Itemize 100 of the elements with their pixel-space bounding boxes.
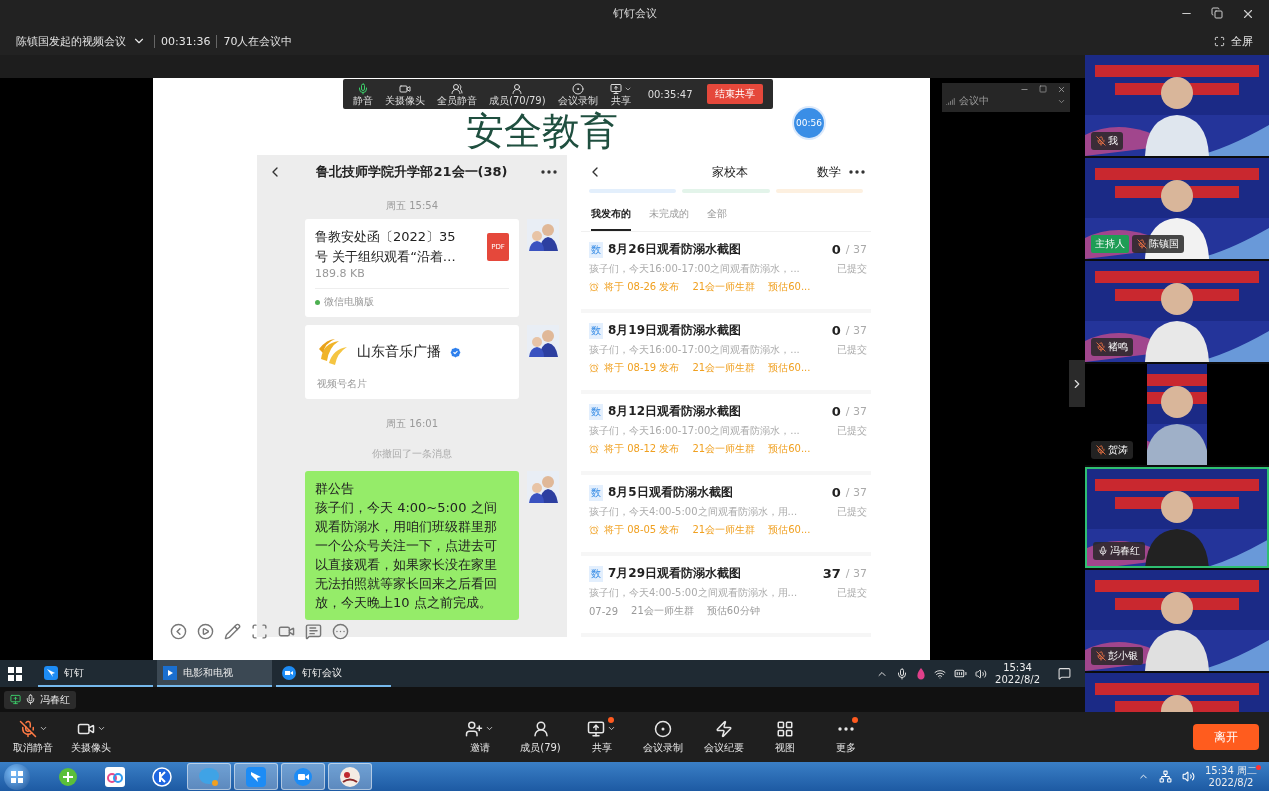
play-icon[interactable] — [197, 623, 214, 640]
video-tile[interactable]: 褚鸣 — [1085, 261, 1269, 362]
subject-label[interactable]: 数学 — [817, 163, 841, 181]
more-icon[interactable] — [541, 170, 557, 174]
toolbar-button[interactable]: 取消静音 — [4, 718, 62, 756]
total-count: / 37 — [845, 324, 867, 337]
restore-icon[interactable] — [1211, 6, 1223, 19]
battery-icon[interactable] — [954, 667, 968, 680]
camera-icon — [399, 82, 411, 95]
group-name: 21会一师生群 — [692, 442, 756, 456]
toolbar-button[interactable]: 静音 — [351, 82, 375, 106]
pen-icon[interactable] — [224, 623, 241, 640]
video-tile[interactable]: 我 — [1085, 55, 1269, 156]
video-tile[interactable]: 彭小银 — [1085, 570, 1269, 671]
toolbar-button[interactable]: 成员(79) — [510, 718, 571, 756]
windows-logo-icon[interactable] — [8, 666, 22, 681]
screen-share-icon — [587, 719, 605, 738]
toolbar-button[interactable]: 更多 — [815, 718, 876, 756]
mic-icon — [25, 694, 36, 705]
homework-description: 孩子们，今天16:00-17:00之间观看防溺水，... — [589, 262, 801, 276]
clock[interactable]: 15:34 周二 2022/8/2 — [1205, 764, 1257, 789]
name-tag: 冯春红 — [1093, 542, 1145, 560]
mic-icon[interactable] — [896, 667, 909, 680]
timestamp: 周五 16:01 — [386, 417, 438, 431]
message-icon[interactable] — [305, 623, 322, 640]
notification-icon[interactable] — [1058, 667, 1071, 680]
toolbar-button[interactable]: 邀请 — [449, 718, 510, 756]
taskbar-app[interactable] — [281, 763, 325, 790]
chat-title: 鲁北技师学院升学部21会一(38) — [315, 163, 509, 181]
toolbar-button[interactable]: 会议录制 — [632, 718, 693, 756]
publish-time: 07-29 — [589, 605, 619, 617]
taskbar-app[interactable]: 电影和电视 — [157, 660, 272, 687]
toolbar-button[interactable]: 关摄像头 — [62, 718, 120, 756]
host-badge: 主持人 — [1091, 235, 1129, 253]
profile-card[interactable]: 山东音乐广播 视频号名片 — [305, 325, 519, 399]
lightning-icon — [714, 719, 733, 738]
homework-item[interactable]: 数 8月26日观看防溺水截图 0 / 37 孩子们，今天16:00-17:00之间观看防溺水，... 已提交 将于 08-26 发布 21会一师生群 预估60... — [581, 232, 871, 313]
meeting-duration: 00:31:36 — [160, 34, 212, 48]
taskbar-app[interactable] — [234, 763, 278, 790]
homework-title: 8月5日观看防溺水截图 — [608, 484, 734, 501]
group-name: 21会一师生群 — [692, 280, 756, 294]
status-label: 已提交 — [837, 262, 867, 276]
publish-time: 将于 08-19 发布 — [604, 361, 680, 375]
file-name: 鲁教安处函〔2022〕35号 关于组织观看“沿着… — [315, 228, 457, 266]
submitted-count: 0 — [831, 404, 841, 419]
speaker-name: 冯春红 — [40, 692, 70, 707]
network-icon[interactable] — [1159, 770, 1172, 783]
group-name: 21会一师生群 — [692, 361, 756, 375]
toolbar-button[interactable]: 会议纪要 — [693, 718, 754, 756]
screenshot-icon[interactable] — [251, 623, 268, 640]
status-label: 已提交 — [837, 343, 867, 357]
submitted-count: 0 — [831, 485, 841, 500]
subject-badge: 数 — [589, 241, 603, 258]
k-circle-icon — [152, 766, 172, 787]
stop-sharing-button[interactable]: 结束共享 — [706, 84, 763, 104]
toolbar-button[interactable]: 共享 — [571, 718, 632, 756]
slide-title: 安全教育 — [465, 111, 618, 151]
dot-icon — [315, 299, 320, 305]
homework-item[interactable]: 数 8月12日观看防溺水截图 0 / 37 孩子们，今天16:00-17:00之间观看防溺水，... 已提交 将于 08-12 发布 21会一师生群 预估60... — [581, 394, 871, 475]
homework-description: 孩子们，今天4:00-5:00之间观看防溺水，用... — [589, 505, 799, 519]
caret-icon — [38, 724, 48, 733]
grid-icon — [775, 719, 794, 738]
volume-icon[interactable] — [1182, 770, 1195, 783]
group-name: 21会一师生群 — [692, 523, 756, 537]
clock[interactable]: 15:34 2022/8/2 — [995, 661, 1040, 686]
fullscreen-button[interactable]: 全屏 — [1208, 32, 1259, 50]
tab[interactable]: 我发布的 — [591, 207, 631, 231]
toolbar-button[interactable]: 会议录制 — [555, 82, 600, 106]
publish-time: 将于 08-12 发布 — [604, 442, 680, 456]
start-button[interactable] — [4, 763, 30, 790]
video-tile[interactable]: 冯春红 — [1085, 467, 1269, 568]
wifi-icon[interactable] — [934, 667, 947, 680]
signal-icon — [946, 96, 955, 106]
source-label: 微信电脑版 — [324, 295, 374, 309]
timestamp: 周五 15:54 — [386, 199, 438, 213]
close-icon[interactable] — [1057, 85, 1066, 94]
toolbar-button[interactable]: 关摄像头 — [383, 82, 427, 106]
toolbar-button[interactable]: 成员(70/79) — [487, 82, 548, 106]
record-icon — [571, 82, 584, 95]
volume-icon[interactable] — [975, 667, 988, 680]
toolbar-button[interactable]: 视图 — [754, 718, 815, 756]
toolbar-button[interactable]: 全员静音 — [435, 82, 479, 106]
meeting-title: 陈镇国发起的视频会议 — [15, 33, 127, 49]
notification-dot — [607, 716, 614, 723]
subject-badge: 数 — [589, 484, 603, 501]
publish-time: 将于 08-05 发布 — [604, 523, 680, 537]
video-tile[interactable]: 贺涛 — [1085, 364, 1269, 465]
file-size: 189.8 KB — [315, 267, 366, 280]
homework-item[interactable]: 数 8月5日观看防溺水截图 0 / 37 孩子们，今天4:00-5:00之间观看防溺水，用... 已提交 将于 08-05 发布 21会一师生群 预估60... — [581, 475, 871, 556]
more-icon[interactable] — [849, 170, 865, 174]
people-icon — [451, 82, 463, 95]
maximize-icon[interactable] — [1039, 85, 1047, 93]
previous-icon[interactable] — [170, 623, 187, 640]
time-estimate: 预估60... — [768, 280, 811, 294]
status-label: 已提交 — [837, 424, 867, 438]
video-tile[interactable]: 主持人 陈镇国 — [1085, 158, 1269, 259]
toolbar-button[interactable]: 共享 — [607, 82, 634, 106]
submitted-count: 0 — [831, 323, 841, 338]
homework-item[interactable]: 数 8月19日观看防溺水截图 0 / 37 孩子们，今天16:00-17:00之间观看防溺水，... 已提交 将于 08-19 发布 21会一师生群 预估60... — [581, 313, 871, 394]
taskbar-app[interactable] — [328, 763, 372, 790]
